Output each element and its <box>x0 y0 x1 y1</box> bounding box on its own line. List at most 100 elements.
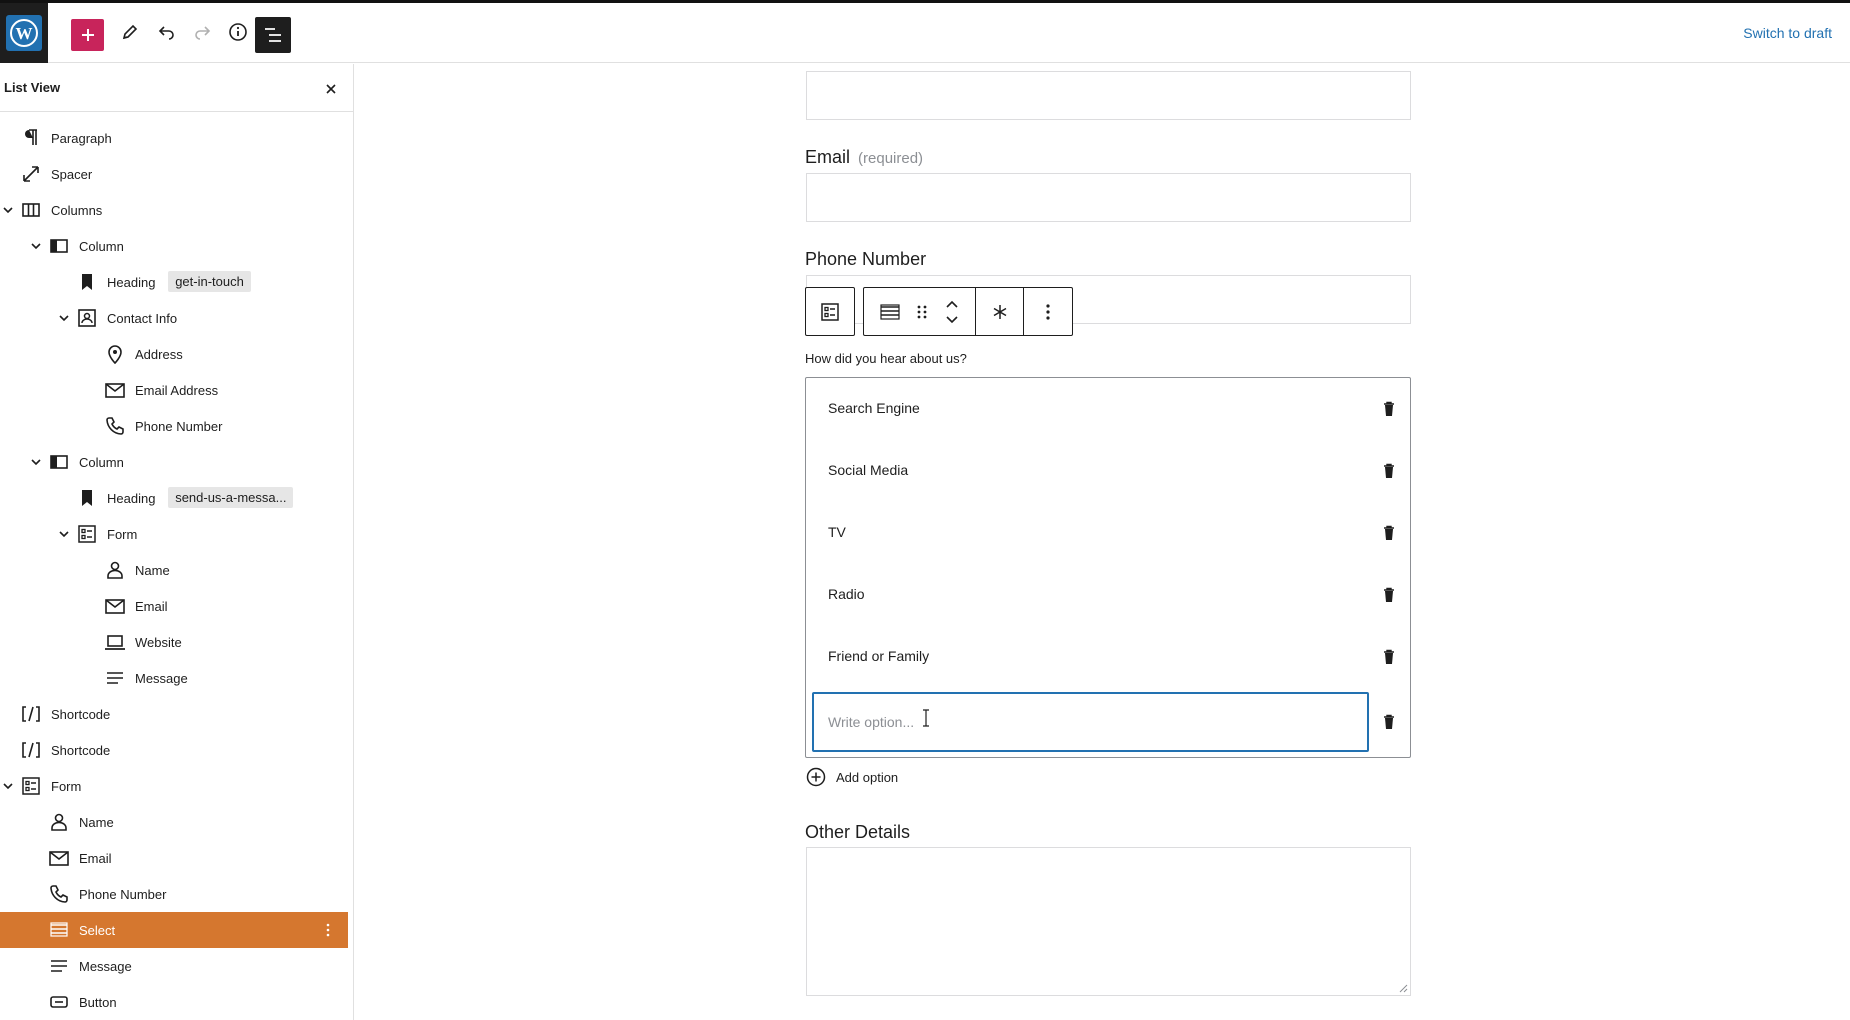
block-options-button[interactable] <box>1024 288 1072 335</box>
block-toolbar <box>805 287 1081 336</box>
other-details-label: Other Details <box>805 822 911 842</box>
list-view-row-address[interactable]: Address <box>0 336 348 372</box>
list-view-row-label: Shortcode <box>51 742 111 758</box>
list-view-row-label: Button <box>79 994 117 1010</box>
list-view-row-phone-number[interactable]: Phone Number <box>0 876 348 912</box>
list-view-row-email[interactable]: Email <box>0 588 348 624</box>
chevron-down-icon[interactable] <box>2 204 14 216</box>
select-option-text[interactable]: Friend or Family <box>828 648 929 664</box>
shortcode-icon <box>19 738 43 762</box>
select-option[interactable]: TV <box>806 502 1410 564</box>
list-view-row-form[interactable]: Form <box>0 516 348 552</box>
new-option-input[interactable] <box>828 714 1348 730</box>
other-details-textarea[interactable] <box>806 847 1411 996</box>
add-option-button[interactable]: Add option <box>806 767 898 787</box>
list-view-button[interactable] <box>255 17 291 53</box>
select-option-text[interactable]: Social Media <box>828 462 908 478</box>
chevron-down-icon[interactable] <box>30 240 42 252</box>
list-view-row-message[interactable]: Message <box>0 948 348 984</box>
select-option[interactable]: Friend or Family <box>806 626 1410 688</box>
trash-icon[interactable] <box>1381 713 1397 731</box>
list-view-row-column[interactable]: Column <box>0 444 348 480</box>
select-option[interactable]: Search Engine <box>806 378 1410 440</box>
select-option-text[interactable]: TV <box>828 524 846 540</box>
list-view-row-label: Form <box>107 526 138 542</box>
email-label-text: Email <box>805 147 851 167</box>
wordpress-logo-icon: W <box>6 15 42 51</box>
move-up-down-icon[interactable] <box>945 299 959 325</box>
plus-icon <box>81 29 94 41</box>
chevron-down-icon[interactable] <box>58 528 70 540</box>
list-view-row-form[interactable]: Form <box>0 768 348 804</box>
list-view-icon <box>265 28 281 42</box>
list-view-row-paragraph[interactable]: Paragraph <box>0 120 348 156</box>
drag-handle-icon[interactable] <box>916 303 928 321</box>
redo-button[interactable] <box>185 15 219 49</box>
list-view-row-label: Columns <box>51 202 103 218</box>
trash-icon[interactable] <box>1381 586 1397 604</box>
chevron-down-icon[interactable] <box>30 456 42 468</box>
button-icon <box>47 990 71 1014</box>
list-view-row-name[interactable]: Name <box>0 804 348 840</box>
trash-icon[interactable] <box>1381 462 1397 480</box>
list-view-row-name[interactable]: Name <box>0 552 348 588</box>
email-field-input[interactable] <box>806 173 1411 222</box>
list-view-row-email[interactable]: Email <box>0 840 348 876</box>
list-view-row-heading[interactable]: Heading send-us-a-messa... <box>0 480 348 516</box>
list-view-row-columns[interactable]: Columns <box>0 192 348 228</box>
resize-handle-icon[interactable] <box>1398 983 1408 993</box>
trash-icon[interactable] <box>1381 524 1397 542</box>
map-pin-icon <box>103 342 127 366</box>
trash-icon[interactable] <box>1381 648 1397 666</box>
list-view-row-website[interactable]: Website <box>0 624 348 660</box>
tools-button[interactable] <box>113 15 147 49</box>
list-view-row-label: Paragraph <box>51 130 112 146</box>
block-type-button[interactable] <box>806 288 854 335</box>
new-option-field[interactable] <box>812 692 1369 752</box>
editor-canvas: Email (required) Phone Number How did you… <box>355 64 1850 1020</box>
add-block-button[interactable] <box>71 19 104 51</box>
column-icon <box>47 234 71 258</box>
chevron-down-icon[interactable] <box>58 312 70 324</box>
trash-icon[interactable] <box>1381 400 1397 418</box>
list-view-row-message[interactable]: Message <box>0 660 348 696</box>
list-view-row-phone-number[interactable]: Phone Number <box>0 408 348 444</box>
select-option[interactable]: Radio <box>806 564 1410 626</box>
list-view-row-contact-info[interactable]: Contact Info <box>0 300 348 336</box>
list-view-row-button[interactable]: Button <box>0 984 348 1020</box>
list-view-row-spacer[interactable]: Spacer <box>0 156 348 192</box>
list-view-row-label: Contact Info <box>107 310 178 326</box>
block-mover-group <box>864 288 976 335</box>
required-toggle-button[interactable] <box>976 288 1024 335</box>
kebab-menu-icon[interactable] <box>320 922 336 938</box>
details-button[interactable] <box>221 15 255 49</box>
select-icon <box>47 918 71 942</box>
kebab-menu-icon <box>1046 303 1050 320</box>
wordpress-logo-button[interactable]: W <box>0 3 48 63</box>
select-field-label[interactable]: How did you hear about us? <box>805 351 967 366</box>
chevron-down-icon[interactable] <box>2 780 14 792</box>
switch-to-draft-button[interactable]: Switch to draft <box>1743 25 1832 41</box>
list-view-row-label: Email <box>79 850 112 866</box>
select-option[interactable]: Social Media <box>806 440 1410 502</box>
list-view-row-email-address[interactable]: Email Address <box>0 372 348 408</box>
select-option-text[interactable]: Radio <box>828 586 865 602</box>
list-view-row-select[interactable]: Select <box>0 912 348 948</box>
name-field-input[interactable] <box>806 71 1411 120</box>
list-view-row-heading[interactable]: Heading get-in-touch <box>0 264 348 300</box>
list-view-row-label: Select <box>79 922 116 938</box>
list-view-row-label: Heading <box>107 274 156 290</box>
list-view-row-label: Column <box>79 238 124 254</box>
select-option-text[interactable]: Search Engine <box>828 400 920 416</box>
undo-button[interactable] <box>150 15 184 49</box>
close-list-view-button[interactable] <box>322 80 340 98</box>
select-icon[interactable] <box>880 303 900 320</box>
list-view-row-label: Name <box>79 814 114 830</box>
form-icon <box>19 774 43 798</box>
undo-icon <box>158 26 174 40</box>
list-view-row-label: Email <box>135 598 168 614</box>
list-view-row-column[interactable]: Column <box>0 228 348 264</box>
list-view-row-shortcode[interactable]: Shortcode <box>0 696 348 732</box>
list-view-row-shortcode[interactable]: Shortcode <box>0 732 348 768</box>
redo-icon <box>195 26 211 40</box>
